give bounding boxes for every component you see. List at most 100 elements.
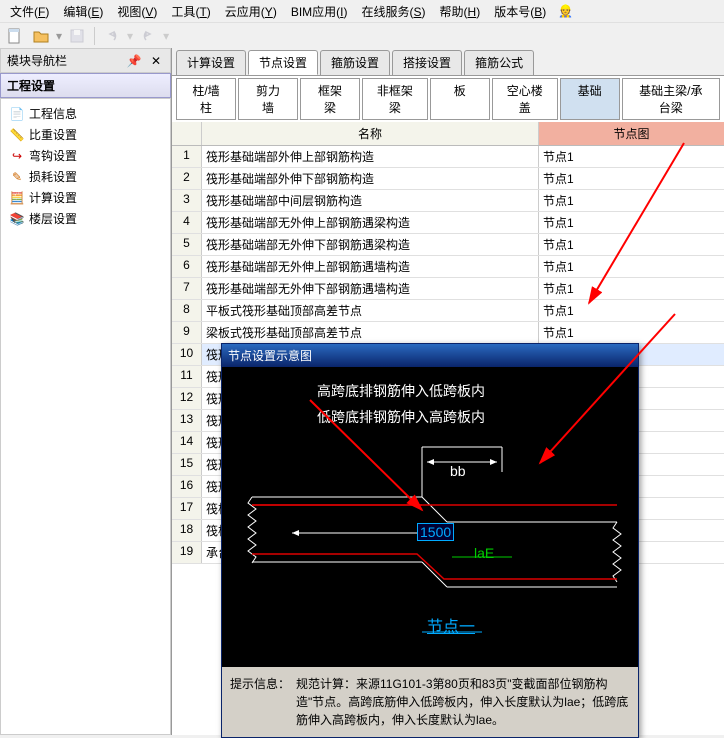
row-node: 节点1 [539,212,724,233]
note-label: 提示信息： [230,675,290,729]
sidebar-item-label: 弯钩设置 [29,147,77,164]
row-name: 筏形基础端部无外伸上部钢筋遇梁构造 [202,212,539,233]
row-name: 筏形基础端部无外伸上部钢筋遇墙构造 [202,256,539,277]
toolbar: ▾ ▾ ▾ [0,22,724,48]
menu-bim[interactable]: BIM应用(I) [285,1,354,22]
row-number: 11 [172,366,202,387]
row-number: 1 [172,146,202,167]
ruler-icon: 📏 [9,127,25,143]
popup-title[interactable]: 节点设置示意图 [222,344,638,367]
sidebar-item-floor[interactable]: 📚楼层设置 [5,208,166,229]
menu-online[interactable]: 在线服务(S) [356,1,432,22]
row-number: 18 [172,520,202,541]
tab-stirrup-settings[interactable]: 箍筋设置 [320,50,390,75]
ltab-foundation[interactable]: 基础 [560,78,620,120]
row-name: 筏形基础端部中间层钢筋构造 [202,190,539,211]
dimension-input[interactable]: 1500 [417,523,454,541]
row-number: 6 [172,256,202,277]
row-number: 9 [172,322,202,343]
layers-icon: 📚 [9,211,25,227]
undo-icon[interactable] [101,25,123,47]
row-node: 节点1 [539,322,724,343]
row-number: 3 [172,190,202,211]
row-node: 节点1 [539,256,724,277]
tab-calc-settings[interactable]: 计算设置 [176,50,246,75]
table-row[interactable]: 4筏形基础端部无外伸上部钢筋遇梁构造节点1 [172,212,724,234]
hook-icon: ↪ [9,148,25,164]
pencil-icon: ✎ [9,169,25,185]
grid-header: 名称 节点图 [172,122,724,146]
menu-tools[interactable]: 工具(T) [165,1,216,22]
bb-label: bb [450,463,466,479]
row-name: 筏形基础端部外伸上部钢筋构造 [202,146,539,167]
close-sidebar-icon[interactable]: ✕ [148,54,164,68]
sidebar-item-label: 工程信息 [29,105,77,122]
table-row[interactable]: 7筏形基础端部无外伸下部钢筋遇墙构造节点1 [172,278,724,300]
ltab-nonframebeam[interactable]: 非框架梁 [362,78,428,120]
menu-file[interactable]: 文件(F) [4,1,55,22]
col-node[interactable]: 节点图 [539,122,724,145]
sidebar-item-project-info[interactable]: 📄工程信息 [5,103,166,124]
row-number: 7 [172,278,202,299]
table-row[interactable]: 2筏形基础端部外伸下部钢筋构造节点1 [172,168,724,190]
col-name[interactable]: 名称 [202,122,539,145]
table-row[interactable]: 5筏形基础端部无外伸下部钢筋遇梁构造节点1 [172,234,724,256]
menu-edit[interactable]: 编辑(E) [57,1,109,22]
sidebar: 模块导航栏 📌 ✕ 工程设置 📄工程信息 📏比重设置 ↪弯钩设置 ✎损耗设置 🧮… [0,48,172,735]
open-folder-icon[interactable] [30,25,52,47]
redo-icon[interactable] [137,25,159,47]
row-name: 筏形基础端部无外伸下部钢筋遇墙构造 [202,278,539,299]
ltab-shearwall[interactable]: 剪力墙 [238,78,298,120]
sidebar-item-label: 计算设置 [29,189,77,206]
ltab-framebeam[interactable]: 框架梁 [300,78,360,120]
pin-icon[interactable]: 📌 [124,54,145,68]
sidebar-title-bar: 模块导航栏 📌 ✕ [0,48,171,73]
sidebar-item-weight[interactable]: 📏比重设置 [5,124,166,145]
lower-tabs: 柱/墙柱 剪力墙 框架梁 非框架梁 板 空心楼盖 基础 基础主梁/承台梁 [172,75,724,122]
row-node: 节点1 [539,190,724,211]
node-link[interactable]: 节点一 [427,613,475,637]
table-row[interactable]: 1筏形基础端部外伸上部钢筋构造节点1 [172,146,724,168]
row-node: 节点1 [539,146,724,167]
sidebar-tree: 📄工程信息 📏比重设置 ↪弯钩设置 ✎损耗设置 🧮计算设置 📚楼层设置 [0,98,171,735]
sidebar-section-header: 工程设置 [0,73,171,98]
menu-view[interactable]: 视图(V) [111,1,163,22]
sidebar-item-loss[interactable]: ✎损耗设置 [5,166,166,187]
ltab-column[interactable]: 柱/墙柱 [176,78,236,120]
save-icon[interactable] [66,25,88,47]
tab-node-settings[interactable]: 节点设置 [248,50,318,75]
tab-stirrup-formula[interactable]: 箍筋公式 [464,50,534,75]
ltab-slab[interactable]: 板 [430,78,490,120]
sidebar-title-text: 模块导航栏 [7,52,67,69]
row-node: 节点1 [539,168,724,189]
lae-label: laE [474,545,494,561]
upper-tabs: 计算设置 节点设置 箍筋设置 搭接设置 箍筋公式 [172,48,724,75]
tab-lap-settings[interactable]: 搭接设置 [392,50,462,75]
menu-version[interactable]: 版本号(B) [488,1,552,22]
doc-icon: 📄 [9,106,25,122]
new-file-icon[interactable] [4,25,26,47]
table-row[interactable]: 9梁板式筏形基础顶部高差节点节点1 [172,322,724,344]
row-number: 14 [172,432,202,453]
menu-help[interactable]: 帮助(H) [434,1,487,22]
row-number: 17 [172,498,202,519]
sidebar-item-label: 损耗设置 [29,168,77,185]
ltab-hollow[interactable]: 空心楼盖 [492,78,558,120]
ltab-foundation-beam[interactable]: 基础主梁/承台梁 [622,78,720,120]
row-number: 10 [172,344,202,365]
row-number: 16 [172,476,202,497]
sidebar-item-calc[interactable]: 🧮计算设置 [5,187,166,208]
row-number: 15 [172,454,202,475]
calc-icon: 🧮 [9,190,25,206]
diagram-canvas: 高跨底排钢筋伸入低跨板内 低跨底排钢筋伸入高跨板内 [222,367,638,667]
mascot-icon: 👷 [558,4,573,18]
table-row[interactable]: 6筏形基础端部无外伸上部钢筋遇墙构造节点1 [172,256,724,278]
sidebar-item-hook[interactable]: ↪弯钩设置 [5,145,166,166]
table-row[interactable]: 3筏形基础端部中间层钢筋构造节点1 [172,190,724,212]
row-name: 筏形基础端部无外伸下部钢筋遇梁构造 [202,234,539,255]
menu-cloud[interactable]: 云应用(Y) [219,1,283,22]
table-row[interactable]: 8平板式筏形基础顶部高差节点节点1 [172,300,724,322]
sidebar-item-label: 比重设置 [29,126,77,143]
row-number: 12 [172,388,202,409]
row-number: 19 [172,542,202,563]
